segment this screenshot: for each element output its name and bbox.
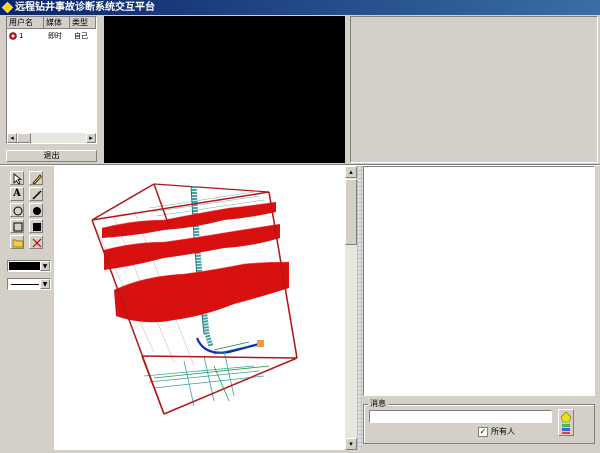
scroll-down-button[interactable]: ▾ bbox=[345, 438, 357, 450]
user-name: 1 bbox=[19, 32, 24, 40]
user-list[interactable]: 用户名 媒体 类型 1 即时 自己 ◂ ▸ bbox=[6, 16, 97, 144]
text-icon[interactable]: A bbox=[10, 187, 24, 201]
user-list-header: 用户名 媒体 类型 bbox=[7, 17, 96, 29]
window-title: 远程钻井事故诊断系统交互平台 bbox=[15, 2, 155, 13]
circle-filled-icon[interactable] bbox=[29, 203, 43, 217]
rect-outline-icon[interactable] bbox=[10, 219, 24, 233]
user-type: 自己 bbox=[74, 32, 88, 40]
logout-button[interactable]: 退出 bbox=[6, 150, 97, 162]
pencil-icon[interactable] bbox=[29, 171, 43, 185]
line-style-select[interactable]: ▼ bbox=[7, 278, 51, 290]
chevron-down-icon[interactable]: ▼ bbox=[40, 261, 50, 271]
drawing-canvas[interactable] bbox=[54, 166, 346, 450]
user-media: 即时 bbox=[48, 32, 62, 40]
message-input[interactable] bbox=[369, 410, 552, 423]
user-status-icon bbox=[9, 32, 17, 40]
chat-history-panel bbox=[363, 166, 595, 396]
well-3d-model bbox=[91, 183, 298, 415]
line-style-preview bbox=[11, 284, 39, 285]
user-name-cell: 1 bbox=[7, 31, 44, 41]
scroll-right-button[interactable]: ▸ bbox=[86, 133, 96, 143]
all-users-checkbox[interactable]: ✓ bbox=[478, 427, 488, 437]
drawing-toolbar: A bbox=[10, 171, 50, 251]
select-arrow-icon[interactable] bbox=[10, 171, 24, 185]
scroll-left-button[interactable]: ◂ bbox=[7, 133, 17, 143]
color-swatch bbox=[9, 262, 40, 270]
axis-lines bbox=[153, 365, 270, 402]
chevron-down-icon[interactable]: ▼ bbox=[40, 279, 50, 289]
clear-icon[interactable] bbox=[29, 235, 43, 249]
canvas-vscrollbar[interactable]: ▴ ▾ bbox=[345, 166, 357, 450]
all-users-label: 所有人 bbox=[491, 427, 515, 436]
color-select[interactable]: ▼ bbox=[7, 260, 51, 272]
column-header-media[interactable]: 媒体 bbox=[44, 17, 70, 29]
column-header-username[interactable]: 用户名 bbox=[7, 17, 44, 29]
open-folder-icon[interactable] bbox=[10, 235, 24, 249]
video-panel bbox=[104, 16, 345, 163]
user-list-hscrollbar[interactable]: ◂ ▸ bbox=[7, 133, 96, 143]
line-icon[interactable] bbox=[29, 187, 43, 201]
circle-outline-icon[interactable] bbox=[10, 203, 24, 217]
scroll-thumb[interactable] bbox=[17, 133, 31, 143]
message-group-label: 消息 bbox=[368, 398, 388, 409]
app-icon bbox=[2, 2, 13, 13]
user-row[interactable]: 1 即时 自己 bbox=[7, 31, 96, 41]
rect-filled-icon[interactable] bbox=[29, 219, 43, 233]
title-bar: 远程钻井事故诊断系统交互平台 bbox=[0, 0, 600, 15]
scroll-thumb[interactable] bbox=[345, 179, 357, 245]
scroll-up-button[interactable]: ▴ bbox=[345, 166, 357, 178]
info-panel bbox=[350, 16, 598, 163]
column-header-type[interactable]: 类型 bbox=[70, 17, 96, 29]
send-icon bbox=[560, 411, 572, 434]
send-button[interactable] bbox=[558, 409, 574, 436]
